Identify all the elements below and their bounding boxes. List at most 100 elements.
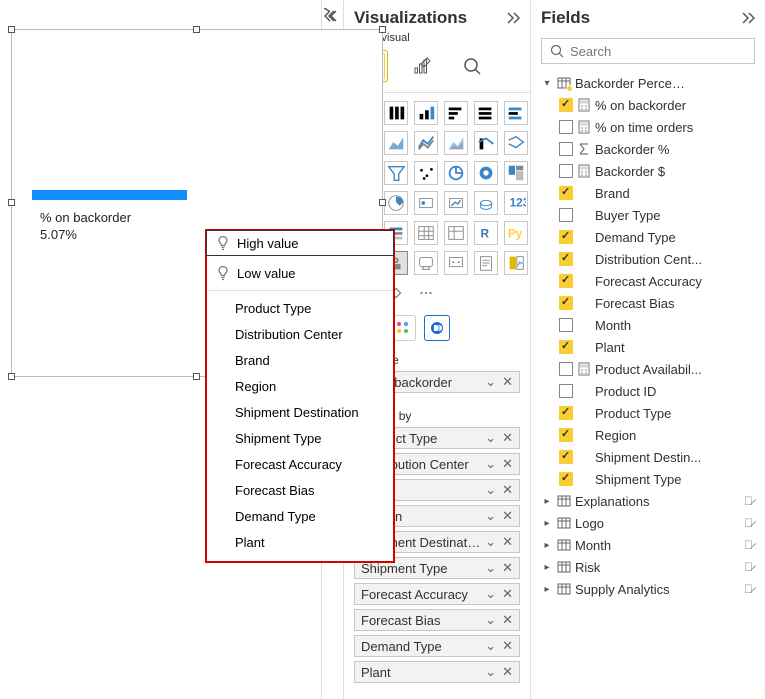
menu-item[interactable]: Plant [207,529,393,555]
field-checkbox[interactable] [559,428,573,442]
menu-item[interactable]: Distribution Center [207,321,393,347]
field-row[interactable]: Brand [537,182,759,204]
menu-item[interactable]: Demand Type [207,503,393,529]
viz-type-tile[interactable] [384,161,408,185]
field-checkbox[interactable] [559,340,573,354]
resize-handle[interactable] [379,26,386,33]
chevron-down-icon[interactable]: ⌄ [485,664,496,680]
remove-icon[interactable]: ✕ [502,374,513,390]
remove-icon[interactable]: ✕ [502,482,513,498]
field-checkbox[interactable] [559,472,573,486]
field-row[interactable]: Forecast Bias [537,292,759,314]
resize-handle[interactable] [8,26,15,33]
chevron-down-icon[interactable]: ⌄ [485,482,496,498]
remove-icon[interactable]: ✕ [502,534,513,550]
viz-type-tile[interactable] [444,161,468,185]
viz-type-tile[interactable] [474,161,498,185]
caret-right-icon[interactable]: ▸ [541,540,553,551]
viz-type-tile[interactable] [504,131,528,155]
menu-item[interactable]: Region [207,373,393,399]
field-checkbox[interactable] [559,186,573,200]
viz-type-tile[interactable] [444,191,468,215]
field-row[interactable]: Forecast Accuracy [537,270,759,292]
field-row[interactable]: Backorder $ [537,160,759,182]
key-influencers-visual[interactable]: % on backorder 5.07% High value Low valu… [12,30,382,376]
chevron-down-icon[interactable]: ⌄ [485,374,496,390]
expand-icon[interactable] [739,10,755,26]
field-checkbox[interactable] [559,142,573,156]
caret-right-icon[interactable]: ▸ [541,496,553,507]
collapse-icon[interactable] [324,8,340,24]
d3-visual-icon[interactable] [424,315,450,341]
report-canvas[interactable]: % on backorder 5.07% High value Low valu… [0,0,321,699]
viz-type-tile[interactable] [414,221,438,245]
field-checkbox[interactable] [559,230,573,244]
viz-type-tile[interactable] [474,101,498,125]
viz-type-tile[interactable] [414,191,438,215]
viz-type-tile[interactable] [414,161,438,185]
fields-search-box[interactable] [541,38,755,64]
menu-item[interactable]: Product Type [207,295,393,321]
chevron-down-icon[interactable]: ⌄ [485,560,496,576]
viz-type-tile[interactable] [504,101,528,125]
chevron-down-icon[interactable]: ⌄ [485,612,496,628]
resize-handle[interactable] [8,199,15,206]
caret-right-icon[interactable]: ▸ [541,518,553,529]
field-row[interactable]: % on time orders [537,116,759,138]
viz-type-tile[interactable] [414,131,438,155]
field-row[interactable]: Product Type [537,402,759,424]
resize-handle[interactable] [193,373,200,380]
menu-item[interactable]: Shipment Destination [207,399,393,425]
field-row[interactable]: Demand Type [537,226,759,248]
field-row[interactable]: Plant [537,336,759,358]
table-row[interactable]: ▾Backorder Percentage [537,72,759,94]
viz-type-tile[interactable] [504,161,528,185]
field-checkbox[interactable] [559,164,573,178]
remove-icon[interactable]: ✕ [502,456,513,472]
table-row[interactable]: ▸Month👁̷ [537,534,759,556]
viz-type-tile[interactable] [444,131,468,155]
field-row[interactable]: Product Availabil... [537,358,759,380]
menu-item[interactable]: Brand [207,347,393,373]
viz-type-tile[interactable] [414,101,438,125]
explain-field-well[interactable]: Forecast Accuracy⌄✕ [354,583,520,605]
field-checkbox[interactable] [559,362,573,376]
caret-right-icon[interactable]: ▸ [541,562,553,573]
field-row[interactable]: Product ID [537,380,759,402]
resize-handle[interactable] [193,26,200,33]
chevron-down-icon[interactable]: ⌄ [485,508,496,524]
format-visual-button[interactable] [406,50,438,82]
field-checkbox[interactable] [559,208,573,222]
table-row[interactable]: ▸Explanations👁̷ [537,490,759,512]
viz-type-tile[interactable] [444,101,468,125]
field-row[interactable]: Month [537,314,759,336]
viz-type-tile[interactable] [384,191,408,215]
field-row[interactable]: % on backorder [537,94,759,116]
viz-type-tile[interactable] [474,251,498,275]
explain-field-well[interactable]: Demand Type⌄✕ [354,635,520,657]
table-row[interactable]: ▸Risk👁̷ [537,556,759,578]
viz-type-tile[interactable] [384,131,408,155]
viz-type-tile[interactable] [414,251,438,275]
menu-item[interactable]: Forecast Accuracy [207,451,393,477]
field-checkbox[interactable] [559,406,573,420]
viz-type-tile[interactable] [414,281,438,305]
remove-icon[interactable]: ✕ [502,430,513,446]
menu-item-high-value[interactable]: High value [206,230,394,256]
viz-type-tile[interactable] [474,131,498,155]
viz-type-tile[interactable] [474,191,498,215]
table-row[interactable]: ▸Supply Analytics👁̷ [537,578,759,600]
menu-item[interactable]: Forecast Bias [207,477,393,503]
resize-handle[interactable] [8,373,15,380]
field-row[interactable]: Region [537,424,759,446]
remove-icon[interactable]: ✕ [502,664,513,680]
remove-icon[interactable]: ✕ [502,612,513,628]
remove-icon[interactable]: ✕ [502,638,513,654]
explain-field-well[interactable]: Plant⌄✕ [354,661,520,683]
analytics-button[interactable] [456,50,488,82]
remove-icon[interactable]: ✕ [502,560,513,576]
viz-type-tile[interactable] [444,221,468,245]
chevron-down-icon[interactable]: ⌄ [485,456,496,472]
chevron-down-icon[interactable]: ⌄ [485,534,496,550]
resize-handle[interactable] [379,199,386,206]
